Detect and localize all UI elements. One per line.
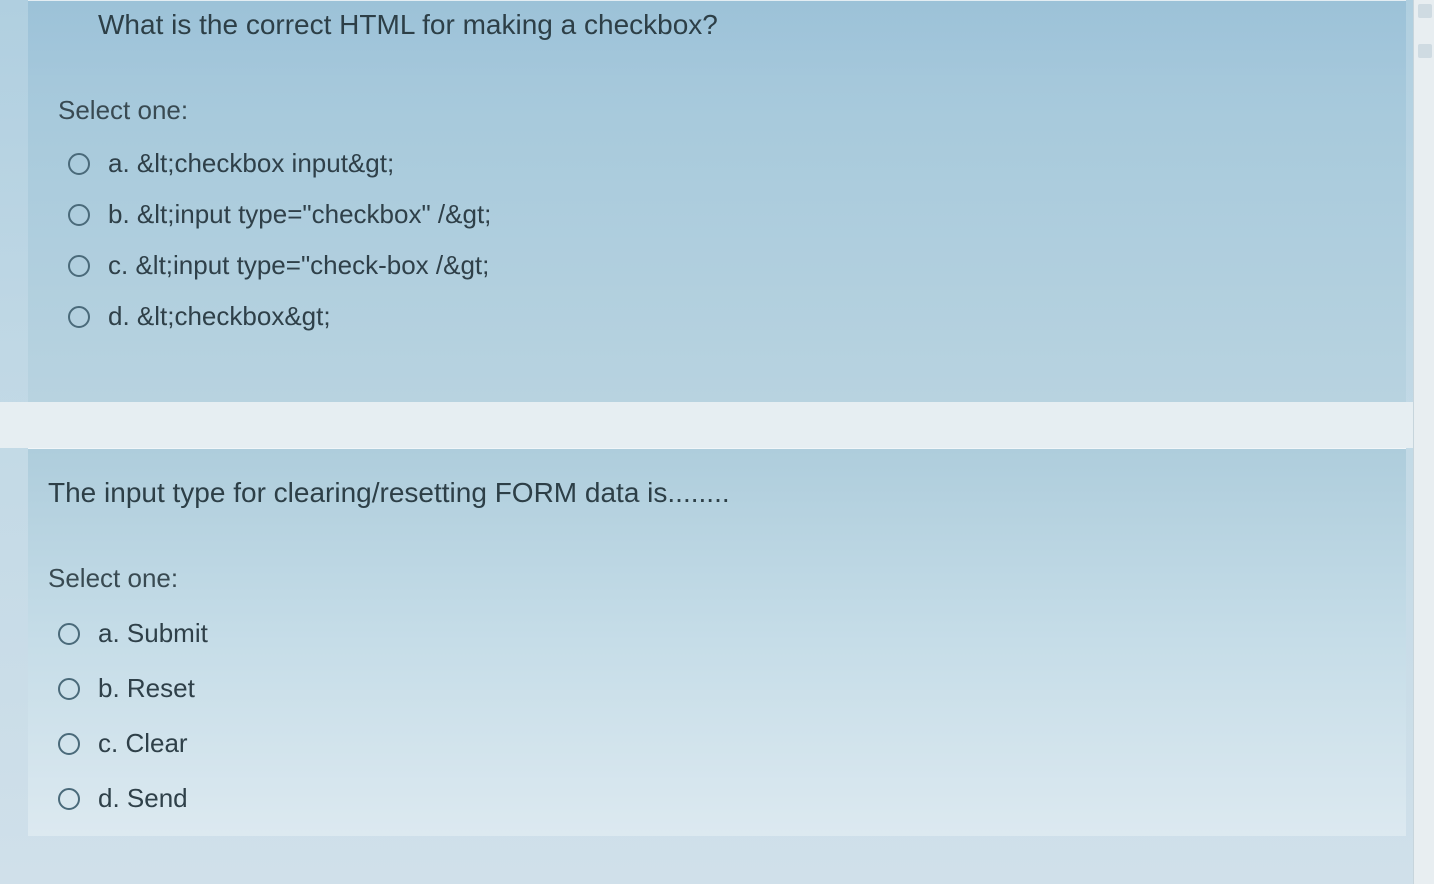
q2-option-a-label: a. Submit xyxy=(98,618,208,649)
q1-option-b-label: b. &lt;input type="checkbox" /&gt; xyxy=(108,199,491,230)
radio-icon[interactable] xyxy=(68,153,90,175)
quiz-page: What is the correct HTML for making a ch… xyxy=(0,0,1434,884)
sidebar-marker-icon xyxy=(1418,4,1432,18)
radio-icon[interactable] xyxy=(58,623,80,645)
question-1-prompt: Select one: xyxy=(58,95,1406,126)
question-card-2: The input type for clearing/resetting FO… xyxy=(28,448,1406,836)
radio-icon[interactable] xyxy=(58,788,80,810)
question-2-prompt: Select one: xyxy=(48,563,1406,594)
sidebar-marker-icon xyxy=(1418,44,1432,58)
card-gap xyxy=(0,402,1434,448)
radio-icon[interactable] xyxy=(68,204,90,226)
question-1-text: What is the correct HTML for making a ch… xyxy=(98,9,1356,41)
radio-icon[interactable] xyxy=(68,255,90,277)
radio-icon[interactable] xyxy=(58,678,80,700)
q2-option-d-label: d. Send xyxy=(98,783,188,814)
right-sidebar xyxy=(1413,0,1434,884)
q1-option-d-label: d. &lt;checkbox&gt; xyxy=(108,301,331,332)
question-2-text: The input type for clearing/resetting FO… xyxy=(48,477,1356,509)
q2-option-a[interactable]: a. Submit xyxy=(58,606,1406,661)
radio-icon[interactable] xyxy=(68,306,90,328)
q1-option-b[interactable]: b. &lt;input type="checkbox" /&gt; xyxy=(68,189,1406,240)
q1-option-a[interactable]: a. &lt;checkbox input&gt; xyxy=(68,138,1406,189)
question-card-1: What is the correct HTML for making a ch… xyxy=(28,0,1406,402)
q2-option-b[interactable]: b. Reset xyxy=(58,661,1406,716)
question-2-header: The input type for clearing/resetting FO… xyxy=(28,449,1406,543)
question-1-options: a. &lt;checkbox input&gt; b. &lt;input t… xyxy=(68,138,1406,342)
q2-option-b-label: b. Reset xyxy=(98,673,195,704)
q2-option-c[interactable]: c. Clear xyxy=(58,716,1406,771)
q1-option-d[interactable]: d. &lt;checkbox&gt; xyxy=(68,291,1406,342)
q1-option-c-label: c. &lt;input type="check-box /&gt; xyxy=(108,250,489,281)
question-1-header: What is the correct HTML for making a ch… xyxy=(28,1,1406,75)
q2-option-c-label: c. Clear xyxy=(98,728,188,759)
q2-option-d[interactable]: d. Send xyxy=(58,771,1406,826)
radio-icon[interactable] xyxy=(58,733,80,755)
question-2-options: a. Submit b. Reset c. Clear d. Send xyxy=(58,606,1406,826)
q1-option-c[interactable]: c. &lt;input type="check-box /&gt; xyxy=(68,240,1406,291)
q1-option-a-label: a. &lt;checkbox input&gt; xyxy=(108,148,394,179)
